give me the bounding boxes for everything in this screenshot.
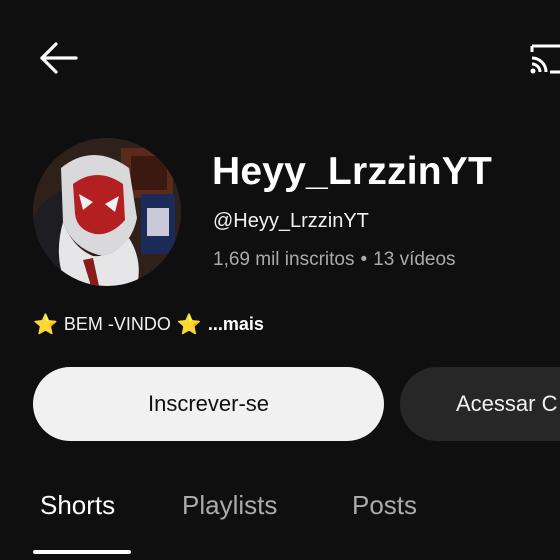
channel-page: Heyy_LrzzinYT @Heyy_LrzzinYT 1,69 mil in… bbox=[0, 0, 560, 560]
channel-description[interactable]: ⭐ BEM -VINDO ⭐ ...mais bbox=[33, 312, 264, 337]
more-link[interactable]: ...mais bbox=[208, 314, 264, 335]
channel-stats: 1,69 mil inscritos • 13 vídeos bbox=[213, 249, 456, 271]
star-icon: ⭐ bbox=[33, 314, 58, 336]
active-tab-indicator bbox=[33, 550, 131, 554]
channel-tabs: Shorts Playlists Posts bbox=[0, 482, 560, 560]
stats-separator: • bbox=[360, 249, 368, 270]
arrow-left-icon bbox=[40, 42, 78, 74]
star-icon: ⭐ bbox=[176, 314, 202, 336]
cast-icon bbox=[530, 44, 560, 74]
tab-playlists[interactable]: Playlists bbox=[182, 490, 277, 521]
access-button[interactable]: Acessar C bbox=[400, 367, 560, 441]
subscribe-button[interactable]: Inscrever-se bbox=[33, 367, 384, 441]
avatar-image bbox=[33, 138, 181, 286]
back-button[interactable] bbox=[36, 38, 80, 78]
subscriber-count: 1,69 mil inscritos bbox=[213, 249, 355, 270]
tab-posts[interactable]: Posts bbox=[352, 490, 417, 521]
tab-shorts[interactable]: Shorts bbox=[40, 490, 115, 521]
description-text: BEM -VINDO bbox=[63, 314, 171, 334]
cast-button[interactable] bbox=[528, 36, 560, 80]
video-count: 13 vídeos bbox=[373, 249, 456, 270]
channel-avatar[interactable] bbox=[33, 138, 181, 286]
channel-name: Heyy_LrzzinYT bbox=[212, 150, 493, 193]
channel-handle: @Heyy_LrzzinYT bbox=[213, 210, 369, 232]
